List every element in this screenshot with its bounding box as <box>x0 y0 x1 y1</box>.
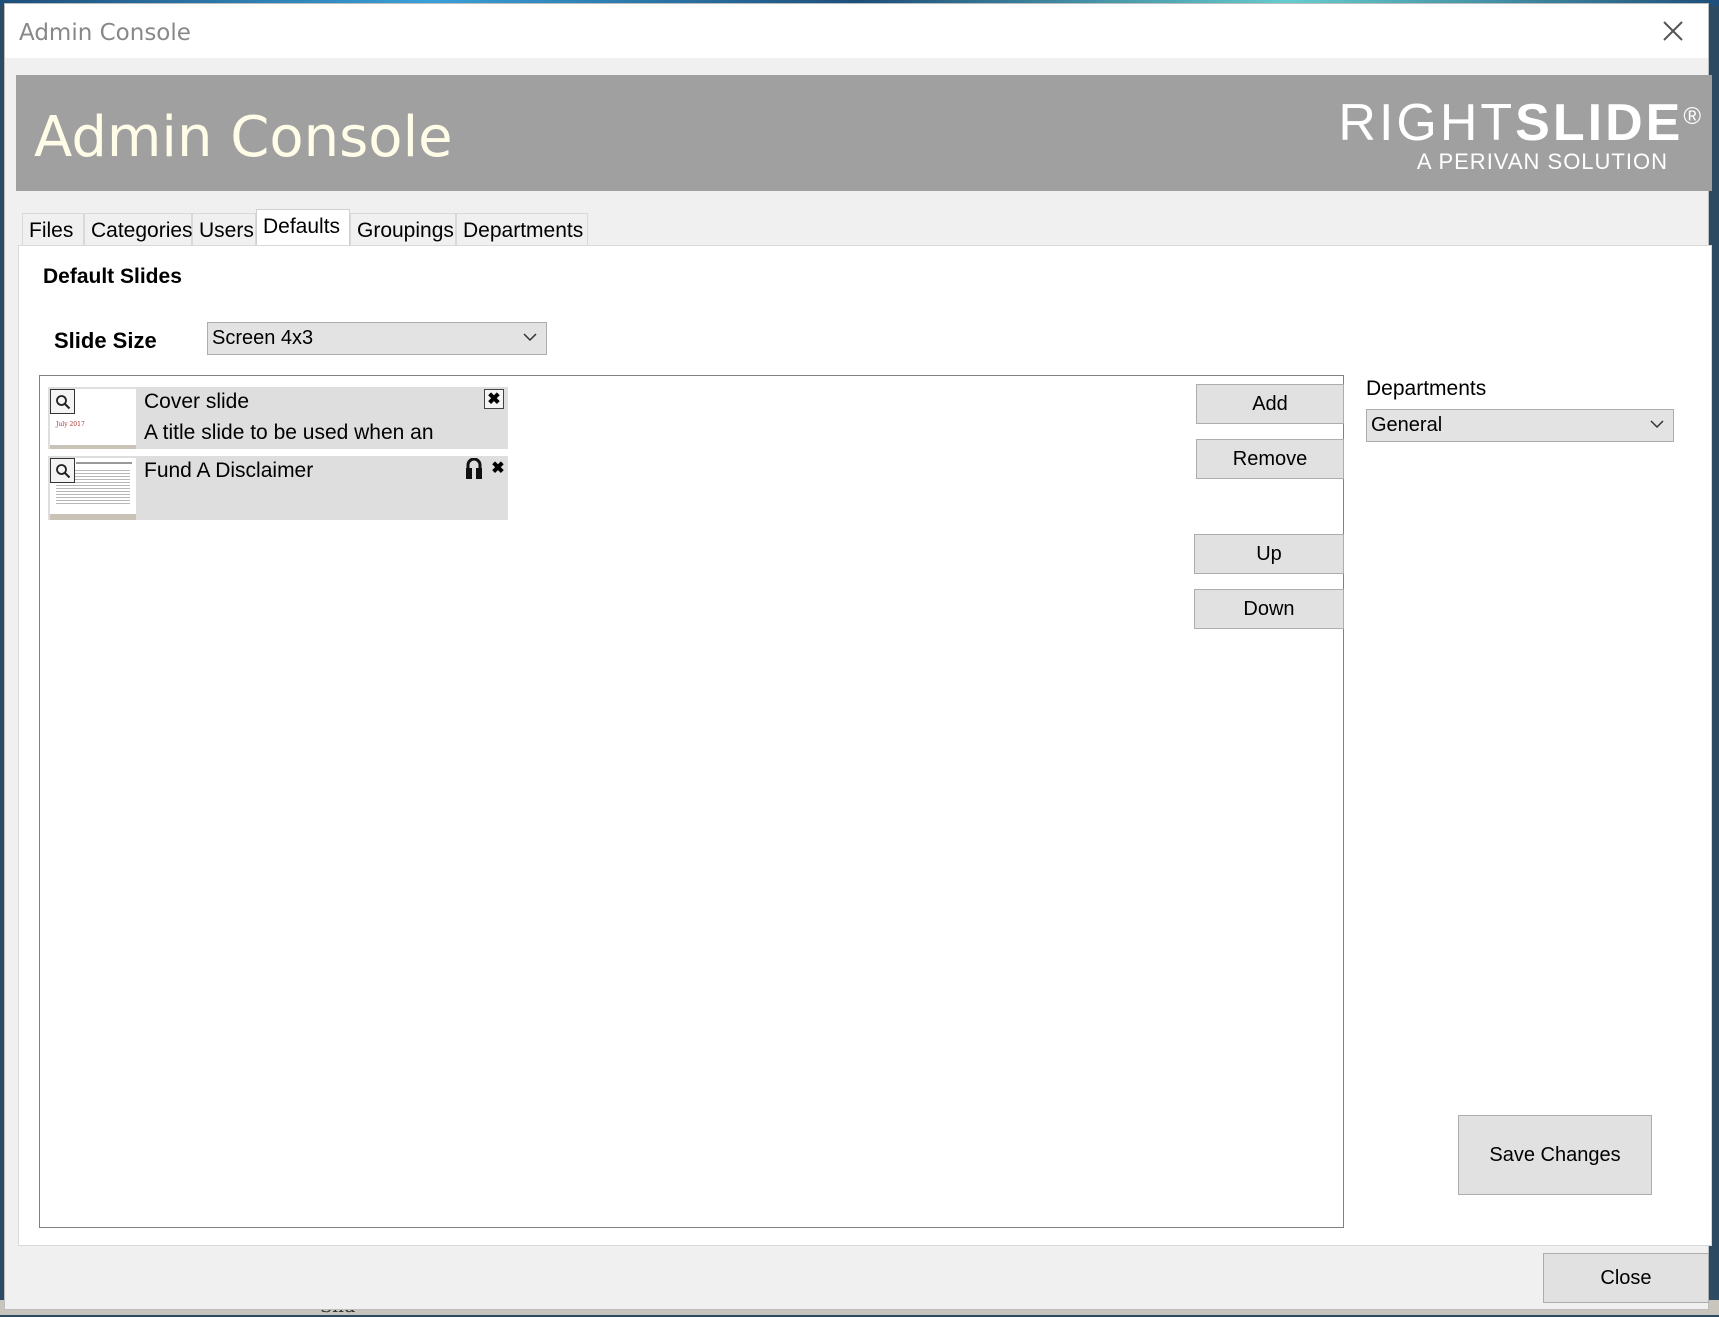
logo-text-light: RIGHT <box>1338 94 1516 152</box>
section-heading: Default Slides <box>43 265 182 288</box>
list-item[interactable]: July 2017 Cover slide A title slide to b… <box>48 387 508 449</box>
slide-description: A title slide to be used when an <box>144 421 434 444</box>
add-button[interactable]: Add <box>1196 384 1344 424</box>
close-button[interactable]: Close <box>1543 1253 1709 1303</box>
logo-subtitle: A PERIVAN SOLUTION <box>1416 149 1668 174</box>
close-icon <box>1663 21 1683 41</box>
tab-users[interactable]: Users <box>192 213 256 246</box>
defaults-panel: Default Slides Slide Size Screen 4x3 Jul… <box>18 245 1712 1246</box>
logo-text-bold: SLIDE <box>1515 94 1684 152</box>
tab-groupings[interactable]: Groupings <box>350 213 456 246</box>
banner-title: Admin Console <box>34 105 453 170</box>
preview-button[interactable] <box>50 458 75 483</box>
chevron-down-icon <box>523 333 537 342</box>
close-icon: ✖ <box>487 391 501 408</box>
preview-button[interactable] <box>50 389 75 414</box>
slide-size-dropdown[interactable]: Screen 4x3 <box>207 322 547 355</box>
magnifier-icon <box>55 394 70 409</box>
slide-title: Cover slide <box>144 390 250 413</box>
up-button[interactable]: Up <box>1194 534 1344 574</box>
tab-departments[interactable]: Departments <box>456 213 588 246</box>
window-close-button[interactable] <box>1638 4 1708 58</box>
tab-files[interactable]: Files <box>22 213 84 246</box>
list-item[interactable]: Fund A Disclaimer ✖ <box>48 456 508 520</box>
slide-size-label: Slide Size <box>54 328 157 353</box>
admin-console-window: Admin Console Admin Console RIGHTSLIDE® … <box>4 3 1712 1310</box>
default-slides-list[interactable]: July 2017 Cover slide A title slide to b… <box>39 375 1344 1228</box>
departments-dropdown[interactable]: General <box>1366 409 1674 442</box>
close-icon: ✖ <box>491 460 505 477</box>
remove-button[interactable]: Remove <box>1196 439 1344 479</box>
save-changes-button[interactable]: Save Changes <box>1458 1115 1652 1195</box>
tab-defaults[interactable]: Defaults <box>256 209 350 247</box>
logo-registered: ® <box>1683 103 1704 130</box>
remove-slide-button[interactable]: ✖ <box>488 458 508 478</box>
rightslide-logo: RIGHTSLIDE® A PERIVAN SOLUTION <box>1304 95 1704 175</box>
header-banner: Admin Console RIGHTSLIDE® A PERIVAN SOLU… <box>16 75 1712 191</box>
remove-slide-button[interactable]: ✖ <box>484 389 504 409</box>
window-title: Admin Console <box>19 20 191 46</box>
down-button[interactable]: Down <box>1194 589 1344 629</box>
lock-icon <box>466 458 482 479</box>
departments-value: General <box>1371 414 1443 436</box>
chevron-down-icon <box>1650 420 1664 429</box>
departments-label: Departments <box>1366 377 1487 400</box>
slide-title: Fund A Disclaimer <box>144 459 314 482</box>
slide-size-value: Screen 4x3 <box>212 327 314 349</box>
magnifier-icon <box>55 463 70 478</box>
tab-categories[interactable]: Categories <box>84 213 193 246</box>
title-bar: Admin Console <box>5 4 1708 58</box>
